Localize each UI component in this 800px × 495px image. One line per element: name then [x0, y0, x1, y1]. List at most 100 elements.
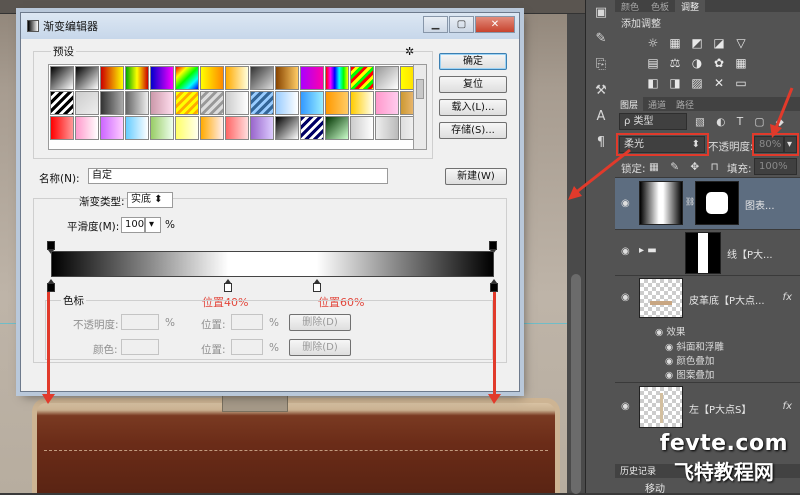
preset-swatch[interactable]	[100, 91, 124, 115]
preset-swatch[interactable]	[275, 116, 299, 140]
preset-swatch[interactable]	[250, 116, 274, 140]
preset-swatch[interactable]	[50, 66, 74, 90]
eye-icon[interactable]: ◉	[621, 401, 630, 412]
gear-icon[interactable]: ✲	[405, 45, 414, 58]
preset-swatch[interactable]	[325, 91, 349, 115]
adjustment-icon[interactable]: ◪	[711, 35, 727, 51]
smoothness-input[interactable]: 100	[121, 217, 145, 233]
preset-swatch[interactable]	[275, 91, 299, 115]
ok-button[interactable]: 确定	[439, 53, 507, 70]
preset-swatch[interactable]	[125, 116, 149, 140]
preset-swatch[interactable]	[325, 116, 349, 140]
adjustment-icon[interactable]: ▽	[733, 35, 749, 51]
scrollbar-thumb[interactable]	[571, 274, 581, 494]
clone-icon[interactable]: ⎘	[586, 52, 616, 78]
fx-icon[interactable]: fx	[783, 401, 792, 412]
color-stop[interactable]	[312, 279, 321, 292]
effect-pattern-overlay[interactable]: ◉ 图案叠加	[665, 367, 714, 381]
preset-swatch[interactable]	[50, 116, 74, 140]
tab-history[interactable]: 历史记录	[615, 466, 661, 478]
preset-swatch[interactable]	[100, 66, 124, 90]
adjustment-icon[interactable]: ▤	[645, 55, 661, 71]
history-icon[interactable]: ▣	[586, 0, 616, 26]
preset-swatch[interactable]	[75, 91, 99, 115]
color-stop[interactable]	[47, 279, 55, 292]
preset-swatch[interactable]	[200, 66, 224, 90]
preset-swatch[interactable]	[375, 116, 399, 140]
opacity-stop-right[interactable]	[489, 241, 497, 254]
thumbnail-content	[660, 393, 663, 423]
gradient-type-select[interactable]: 实底 ⬍	[127, 192, 173, 208]
preset-swatch[interactable]	[175, 91, 199, 115]
preset-swatch[interactable]	[125, 66, 149, 90]
smoothness-dropdown[interactable]: ▾	[145, 217, 161, 233]
preset-swatch[interactable]	[325, 66, 349, 90]
preset-swatch[interactable]	[50, 91, 74, 115]
layer-row[interactable]: ◉ 左【P大点S】 fx	[615, 382, 800, 430]
tab-swatches[interactable]: 色板	[645, 0, 675, 13]
preset-swatch[interactable]	[350, 116, 374, 140]
preset-swatch[interactable]	[250, 66, 274, 90]
preset-swatch[interactable]	[250, 91, 274, 115]
maximize-button[interactable]: ▢	[449, 16, 474, 33]
gradient-preview-bar[interactable]	[51, 251, 494, 277]
preset-swatch[interactable]	[375, 91, 399, 115]
preset-swatch[interactable]	[225, 91, 249, 115]
eye-icon[interactable]: ◉	[621, 246, 630, 257]
preset-swatch[interactable]	[75, 66, 99, 90]
adjustment-icon[interactable]: ▦	[667, 35, 683, 51]
adjustment-icon[interactable]: ◑	[689, 55, 705, 71]
new-button[interactable]: 新建(W)	[445, 168, 507, 185]
eye-icon[interactable]: ◉	[621, 292, 630, 303]
preset-swatch[interactable]	[300, 116, 324, 140]
preset-swatch[interactable]	[150, 91, 174, 115]
preset-swatch[interactable]	[75, 116, 99, 140]
preset-swatch[interactable]	[175, 116, 199, 140]
presets-scrollbar[interactable]	[413, 64, 427, 150]
load-button[interactable]: 载入(L)...	[439, 99, 507, 116]
opacity-stop-left[interactable]	[47, 241, 55, 254]
effect-color-overlay[interactable]: ◉ 颜色叠加	[665, 353, 714, 367]
close-button[interactable]: ✕	[475, 16, 515, 33]
adjustment-icon[interactable]: ☼	[645, 35, 661, 51]
preset-swatch[interactable]	[125, 91, 149, 115]
preset-swatch[interactable]	[150, 66, 174, 90]
tab-color[interactable]: 颜色	[615, 0, 645, 13]
color-location-unit: %	[269, 342, 279, 354]
color-stop[interactable]	[490, 279, 498, 292]
effect-bevel[interactable]: ◉ 斜面和浮雕	[665, 339, 724, 353]
layer-row[interactable]: ◉ 皮革底【P大点... fx	[615, 275, 800, 320]
adjustment-icon[interactable]: ▦	[733, 55, 749, 71]
minimize-button[interactable]: ▁	[423, 16, 448, 33]
preset-swatch[interactable]	[200, 91, 224, 115]
tab-adjustments[interactable]: 调整	[675, 0, 706, 13]
folder-icon[interactable]: ▸ ▬	[639, 245, 657, 256]
preset-swatch[interactable]	[175, 66, 199, 90]
layer-row[interactable]: ◉ ▸ ▬ 线【P大...	[615, 229, 800, 275]
save-button[interactable]: 存储(S)...	[439, 122, 507, 139]
reset-button[interactable]: 复位	[439, 76, 507, 93]
color-stop[interactable]	[224, 279, 233, 292]
preset-swatch[interactable]	[350, 91, 374, 115]
preset-swatch[interactable]	[225, 66, 249, 90]
preset-swatch[interactable]	[100, 116, 124, 140]
preset-swatch[interactable]	[200, 116, 224, 140]
dialog-titlebar[interactable]: 渐变编辑器 ▁ ▢ ✕	[21, 13, 519, 39]
preset-swatch[interactable]	[300, 66, 324, 90]
preset-swatch[interactable]	[300, 91, 324, 115]
preset-swatch-grid[interactable]	[48, 64, 416, 150]
scrollbar-thumb[interactable]	[416, 79, 424, 99]
preset-swatch[interactable]	[150, 116, 174, 140]
adjustment-icon[interactable]: ◩	[689, 35, 705, 51]
preset-swatch[interactable]	[375, 66, 399, 90]
preset-swatch[interactable]	[350, 66, 374, 90]
brush-icon[interactable]: ✎	[586, 26, 616, 52]
delete-opacity-button: 删除(D)	[289, 314, 351, 331]
preset-swatch[interactable]	[225, 116, 249, 140]
preset-swatch[interactable]	[275, 66, 299, 90]
name-input[interactable]: 自定	[88, 168, 388, 184]
smoothness-unit: %	[165, 219, 175, 231]
fx-icon[interactable]: fx	[783, 292, 792, 303]
adjustment-icon[interactable]: ✿	[711, 55, 727, 71]
adjustment-icon[interactable]: ⚖	[667, 55, 683, 71]
